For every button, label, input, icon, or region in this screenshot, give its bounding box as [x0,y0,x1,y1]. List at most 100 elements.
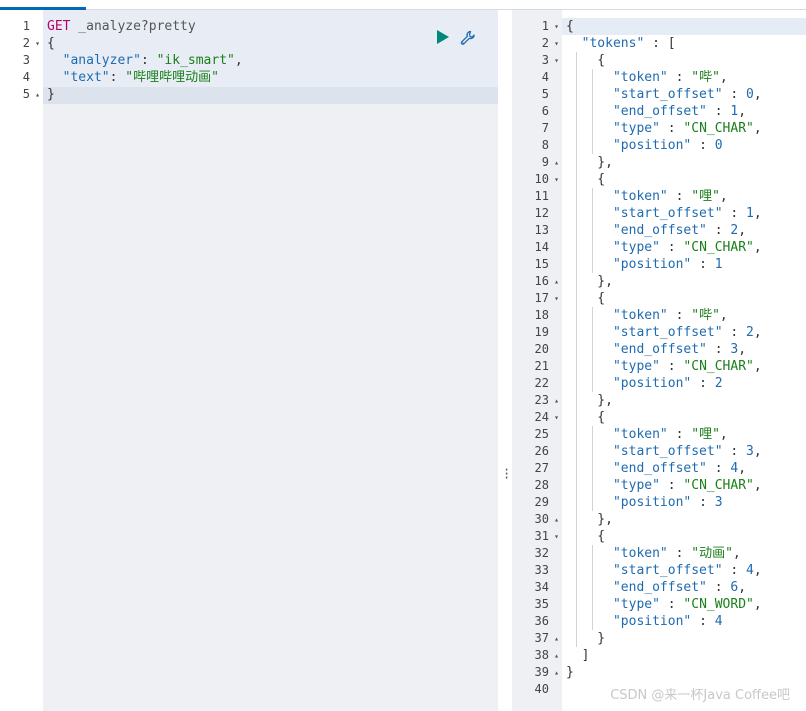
response-code-line[interactable]: "token" : "哔", [566,307,728,324]
response-code-line[interactable]: { [566,171,605,188]
response-current-line-highlight [562,18,806,35]
request-code-line[interactable]: "text": "哔哩哔哩动画" [47,69,219,86]
response-code-line[interactable]: }, [566,392,613,409]
code-token: "哔哩哔哩动画" [125,70,219,85]
request-code-line[interactable]: } [47,86,55,103]
fold-expand-icon[interactable]: ▴ [35,86,40,103]
request-editor-pane[interactable]: 1 2 ▾ 3 4 5 ▴ GET _analyze?pretty{ "analyzer":… [0,10,498,711]
response-code-line[interactable]: { [566,52,605,69]
response-code-area[interactable]: { "tokens" : [ { "token" : "哔", "start_o… [562,10,806,711]
code-token: "end_offset" [612,104,707,119]
response-code-line[interactable]: } [566,664,574,681]
code-token: : [691,495,715,510]
fold-expand-icon[interactable]: ▴ [554,392,559,409]
response-code-line[interactable]: "start_offset" : 4, [566,562,762,579]
code-token: , [753,359,762,374]
response-code-line[interactable]: "end_offset" : 4, [566,460,746,477]
request-code-line[interactable]: GET _analyze?pretty [47,18,196,35]
response-code-line[interactable]: "tokens" : [ [566,35,676,52]
response-code-line[interactable]: { [566,528,605,545]
response-line-number: 23 ▴ [512,392,562,409]
line-number-label: 30 [534,512,549,526]
response-code-line[interactable]: }, [566,154,613,171]
response-code-line[interactable]: { [566,290,605,307]
fold-expand-icon[interactable]: ▴ [554,630,559,647]
response-code-line[interactable]: "position" : 1 [566,256,723,273]
code-token: _analyze?pretty [70,19,196,34]
response-code-line[interactable]: "token" : "哩", [566,426,728,443]
request-code-area[interactable]: GET _analyze?pretty{ "analyzer": "ik_sma… [43,10,498,711]
response-code-line[interactable]: "position" : 2 [566,375,723,392]
fold-collapse-icon[interactable]: ▾ [554,35,559,52]
response-code-line[interactable]: { [566,18,574,35]
fold-collapse-icon[interactable]: ▾ [554,52,559,69]
response-code-line[interactable]: "end_offset" : 6, [566,579,746,596]
response-code-line[interactable]: "type" : "CN_CHAR", [566,239,762,256]
fold-collapse-icon[interactable]: ▾ [554,290,559,307]
response-code-line[interactable]: "start_offset" : 1, [566,205,762,222]
code-token: }, [566,274,613,289]
code-token: "end_offset" [612,342,707,357]
pane-resize-handle[interactable]: · · · [498,10,512,711]
fold-expand-icon[interactable]: ▴ [554,154,559,171]
response-code-line[interactable]: "token" : "哩", [566,188,728,205]
fold-collapse-icon[interactable]: ▾ [35,35,40,52]
code-token: : [722,563,747,578]
code-token: : [722,206,747,221]
fold-collapse-icon[interactable]: ▾ [554,18,559,35]
code-token: , [753,240,762,255]
response-code-line[interactable]: "start_offset" : 2, [566,324,762,341]
fold-expand-icon[interactable]: ▴ [554,273,559,290]
response-viewer-pane[interactable]: 1 ▾ 2 ▾ 3 ▾ 4 5 6 7 8 9 ▴ 10 ▾ 11 12 13 14 15 16 ▴ 17 ▾ 18 19 20 21… [512,10,806,711]
code-token: "analyzer" [62,53,141,68]
fold-collapse-icon[interactable]: ▾ [554,409,559,426]
response-code-line[interactable]: "type" : "CN_CHAR", [566,358,762,375]
code-token: , [738,223,747,238]
response-code-line[interactable]: "end_offset" : 3, [566,341,746,358]
response-code-line[interactable]: "start_offset" : 3, [566,443,762,460]
code-token: "哩" [691,189,720,204]
code-token: "token" [612,70,668,85]
response-code-line[interactable]: "type" : "CN_WORD", [566,596,762,613]
line-number-label: 21 [534,359,549,373]
code-token: : [667,70,692,85]
response-line-number: 16 ▴ [512,273,562,290]
fold-expand-icon[interactable]: ▴ [554,511,559,528]
response-code-line[interactable]: "type" : "CN_CHAR", [566,477,762,494]
code-token: { [566,53,606,68]
code-token: }, [566,155,613,170]
response-code-line[interactable]: "end_offset" : 2, [566,222,746,239]
response-code-line[interactable]: "type" : "CN_CHAR", [566,120,762,137]
code-token: "CN_CHAR" [683,240,754,255]
response-code-line[interactable]: "position" : 3 [566,494,723,511]
fold-expand-icon[interactable]: ▴ [554,664,559,681]
response-code-line[interactable]: "end_offset" : 1, [566,103,746,120]
run-request-button[interactable] [436,30,450,44]
response-code-line[interactable]: }, [566,273,613,290]
fold-collapse-icon[interactable]: ▾ [554,171,559,188]
response-code-line[interactable]: "token" : "哔", [566,69,728,86]
request-settings-button[interactable] [460,30,476,46]
line-number-label: 32 [534,546,549,560]
response-line-number: 11 [512,188,562,205]
request-code-line[interactable]: { [47,35,55,52]
fold-collapse-icon[interactable]: ▾ [554,528,559,545]
response-line-number: 31 ▾ [512,528,562,545]
code-token: : [691,257,715,272]
request-code-line[interactable]: "analyzer": "ik_smart", [47,52,243,69]
response-code-line[interactable]: ] [566,647,590,664]
code-token: : [140,53,157,68]
response-code-line[interactable]: { [566,409,605,426]
code-token: { [47,36,55,51]
response-code-line[interactable]: "position" : 0 [566,137,723,154]
response-code-line[interactable]: "position" : 4 [566,613,723,630]
response-code-line[interactable]: } [566,630,605,647]
line-number-label: 1 [541,19,549,33]
response-code-line[interactable]: "start_offset" : 0, [566,86,762,103]
response-code-line[interactable]: }, [566,511,613,528]
fold-expand-icon[interactable]: ▴ [554,647,559,664]
code-token: } [566,631,606,646]
